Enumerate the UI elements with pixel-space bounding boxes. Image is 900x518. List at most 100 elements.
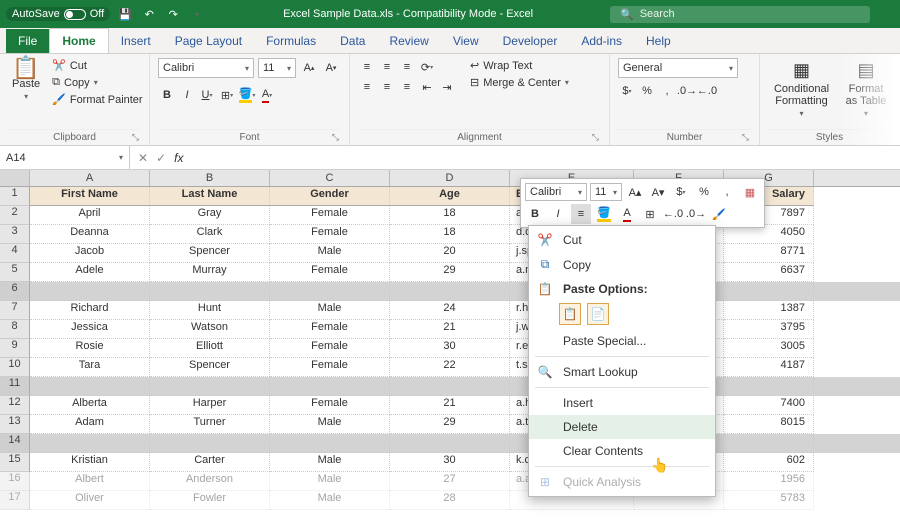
wrap-text-button[interactable]: ↩Wrap Text	[468, 58, 571, 73]
copy-button[interactable]: ⧉Copy▾	[50, 75, 144, 90]
cell-C6[interactable]	[270, 282, 390, 301]
row-header-12[interactable]: 12	[0, 396, 30, 415]
cell-B10[interactable]: Spencer	[150, 358, 270, 377]
insert-function-icon[interactable]: fx	[174, 151, 183, 165]
cell-G8[interactable]: 3795	[724, 320, 814, 339]
font-size-combo[interactable]: 11▾	[258, 58, 296, 78]
grid-body[interactable]: 1First NameLast NameGenderAgeEmailPhoneS…	[0, 187, 900, 510]
mini-format-painter-icon[interactable]: 🖌️	[709, 204, 729, 224]
row-header-15[interactable]: 15	[0, 453, 30, 472]
cell-B5[interactable]: Murray	[150, 263, 270, 282]
cell-A2[interactable]: April	[30, 206, 150, 225]
cell-G16[interactable]: 1956	[724, 472, 814, 491]
row-header-11[interactable]: 11	[0, 377, 30, 396]
row-header-4[interactable]: 4	[0, 244, 30, 263]
conditional-formatting-button[interactable]: ▦ Conditional Formatting▾	[768, 58, 835, 120]
number-format-combo[interactable]: General▾	[618, 58, 738, 78]
mini-font-combo[interactable]: Calibri▾	[525, 183, 587, 201]
paste-option-all[interactable]: 📋	[559, 303, 581, 325]
tab-insert[interactable]: Insert	[109, 29, 163, 53]
cell-G6[interactable]	[724, 282, 814, 301]
increase-font-icon[interactable]: A▴	[300, 59, 318, 77]
row-header-9[interactable]: 9	[0, 339, 30, 358]
dialog-launcher-icon[interactable]: ⤡	[332, 132, 339, 143]
col-header-A[interactable]: A	[30, 170, 150, 186]
cell-D16[interactable]: 27	[390, 472, 510, 491]
percent-format-icon[interactable]: %	[638, 82, 656, 100]
row-header-13[interactable]: 13	[0, 415, 30, 434]
cell-D2[interactable]: 18	[390, 206, 510, 225]
increase-indent-icon[interactable]: ⇥	[438, 78, 456, 96]
cell-C3[interactable]: Female	[270, 225, 390, 244]
cell-A5[interactable]: Adele	[30, 263, 150, 282]
align-bottom-icon[interactable]: ≡	[398, 58, 416, 76]
cell-B6[interactable]	[150, 282, 270, 301]
cell-D10[interactable]: 22	[390, 358, 510, 377]
cell-G9[interactable]: 3005	[724, 339, 814, 358]
cell-B2[interactable]: Gray	[150, 206, 270, 225]
cell-A7[interactable]: Richard	[30, 301, 150, 320]
ctx-smart-lookup[interactable]: 🔍Smart Lookup	[529, 360, 715, 384]
cell-A16[interactable]: Albert	[30, 472, 150, 491]
mini-comma-icon[interactable]: ,	[717, 182, 737, 202]
cell-B13[interactable]: Turner	[150, 415, 270, 434]
tab-data[interactable]: Data	[328, 29, 377, 53]
row-header-5[interactable]: 5	[0, 263, 30, 282]
cell-A11[interactable]	[30, 377, 150, 396]
cell-D12[interactable]: 21	[390, 396, 510, 415]
tab-add-ins[interactable]: Add-ins	[569, 29, 634, 53]
mini-decimal-dec-icon[interactable]: ←.0	[663, 204, 683, 224]
cell-D13[interactable]: 29	[390, 415, 510, 434]
cell-B17[interactable]: Fowler	[150, 491, 270, 510]
cell-C11[interactable]	[270, 377, 390, 396]
cell-D7[interactable]: 24	[390, 301, 510, 320]
cell-C10[interactable]: Female	[270, 358, 390, 377]
row-header-17[interactable]: 17	[0, 491, 30, 510]
cell-C1[interactable]: Gender	[270, 187, 390, 206]
cell-A12[interactable]: Alberta	[30, 396, 150, 415]
cell-C8[interactable]: Female	[270, 320, 390, 339]
enter-formula-icon[interactable]: ✓	[156, 151, 166, 165]
save-icon[interactable]: 💾	[116, 5, 134, 23]
ctx-delete[interactable]: Delete	[529, 415, 715, 439]
cancel-formula-icon[interactable]: ✕	[138, 151, 148, 165]
mini-font-color-icon[interactable]: A	[617, 204, 637, 224]
cell-C9[interactable]: Female	[270, 339, 390, 358]
borders-button[interactable]: ⊞▾	[218, 86, 236, 104]
align-left-icon[interactable]: ≡	[358, 78, 376, 96]
row-header-7[interactable]: 7	[0, 301, 30, 320]
col-header-D[interactable]: D	[390, 170, 510, 186]
cell-B4[interactable]: Spencer	[150, 244, 270, 263]
cell-A10[interactable]: Tara	[30, 358, 150, 377]
undo-icon[interactable]: ↶	[140, 5, 158, 23]
row-header-8[interactable]: 8	[0, 320, 30, 339]
ctx-insert[interactable]: Insert	[529, 391, 715, 415]
cell-D9[interactable]: 30	[390, 339, 510, 358]
row-header-10[interactable]: 10	[0, 358, 30, 377]
cell-D6[interactable]	[390, 282, 510, 301]
tab-developer[interactable]: Developer	[491, 29, 570, 53]
cell-B3[interactable]: Clark	[150, 225, 270, 244]
mini-accounting-icon[interactable]: $▾	[671, 182, 691, 202]
cell-G13[interactable]: 8015	[724, 415, 814, 434]
cell-C12[interactable]: Female	[270, 396, 390, 415]
ctx-copy[interactable]: ⧉Copy	[529, 252, 715, 277]
cell-B11[interactable]	[150, 377, 270, 396]
cell-C17[interactable]: Male	[270, 491, 390, 510]
decrease-decimal-icon[interactable]: ←.0	[698, 82, 716, 100]
align-top-icon[interactable]: ≡	[358, 58, 376, 76]
mini-decimal-inc-icon[interactable]: .0→	[686, 204, 706, 224]
cell-C13[interactable]: Male	[270, 415, 390, 434]
format-painter-button[interactable]: 🖌️Format Painter	[50, 92, 144, 107]
cell-G12[interactable]: 7400	[724, 396, 814, 415]
ctx-quick-analysis[interactable]: ⊞Quick Analysis	[529, 470, 715, 494]
ctx-clear-contents[interactable]: Clear Contents	[529, 439, 715, 463]
row-header-2[interactable]: 2	[0, 206, 30, 225]
dialog-launcher-icon[interactable]: ⤡	[742, 132, 749, 143]
cell-C14[interactable]	[270, 434, 390, 453]
cell-A8[interactable]: Jessica	[30, 320, 150, 339]
row-header-14[interactable]: 14	[0, 434, 30, 453]
row-header-6[interactable]: 6	[0, 282, 30, 301]
cell-G17[interactable]: 5783	[724, 491, 814, 510]
mini-borders-icon[interactable]: ⊞	[640, 204, 660, 224]
